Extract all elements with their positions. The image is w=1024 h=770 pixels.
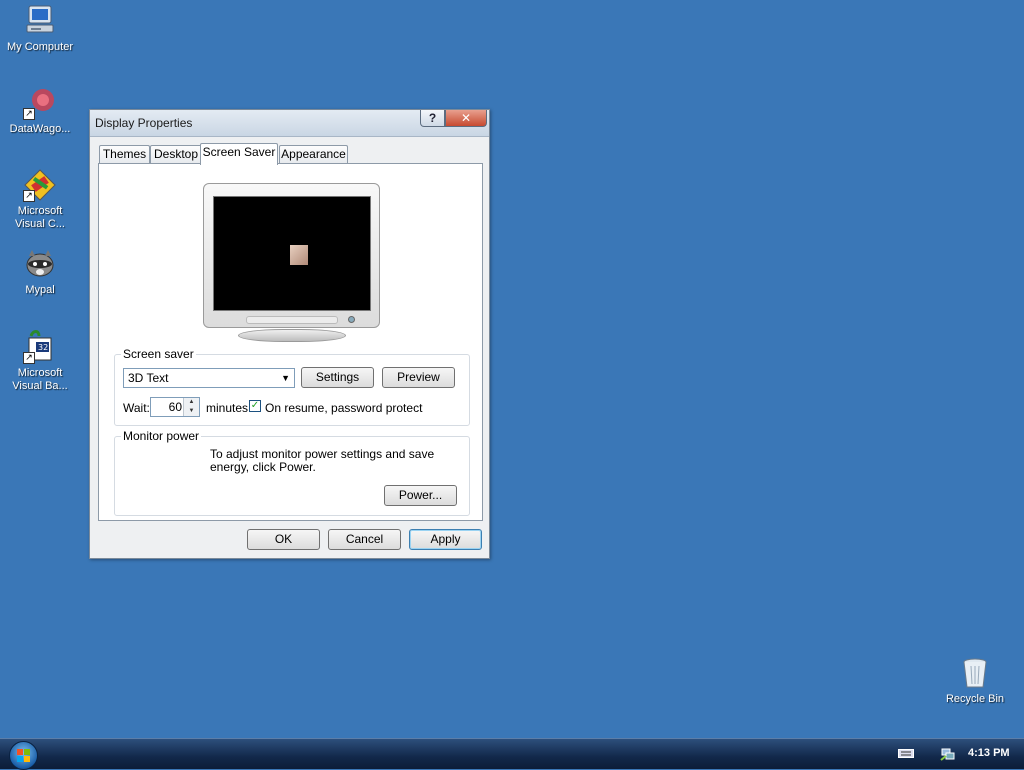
help-button[interactable]: ? [420, 110, 445, 127]
desktop-icon-label: Microsoft Visual C... [15, 205, 65, 230]
desktop-icon-datawagon[interactable]: ↗ DataWago... [0, 86, 80, 136]
shortcut-arrow-icon: ↗ [23, 108, 35, 120]
wait-minutes-value: 60 [168, 400, 182, 414]
shortcut-arrow-icon: ↗ [23, 352, 35, 364]
title-bar[interactable]: Display Properties ? ✕ [90, 110, 489, 137]
start-button[interactable] [9, 741, 38, 770]
ok-button[interactable]: OK [247, 529, 320, 550]
cancel-button[interactable]: Cancel [328, 529, 401, 550]
network-icon[interactable] [940, 747, 956, 761]
monitor-stand [238, 329, 346, 342]
settings-button[interactable]: Settings [301, 367, 374, 388]
shortcut-arrow-icon: ↗ [23, 190, 35, 202]
password-protect-label[interactable]: On resume, password protect [265, 401, 422, 415]
window-title: Display Properties [95, 116, 193, 130]
tab-desktop[interactable]: Desktop [150, 145, 202, 164]
monitor-bezel-slot [246, 316, 338, 324]
tab-themes[interactable]: Themes [99, 145, 150, 164]
mypal-raccoon-icon [23, 247, 57, 281]
monitor-power-group-label: Monitor power [121, 429, 202, 443]
preview-button[interactable]: Preview [382, 367, 455, 388]
taskbar: 4:13 PM [0, 738, 1024, 770]
minutes-label: minutes [206, 401, 249, 415]
apply-button[interactable]: Apply [409, 529, 482, 550]
screen-saver-panel: Screen saver 3D Text ▼ Settings Preview … [98, 163, 483, 521]
keyboard-icon[interactable] [898, 747, 914, 761]
spin-down-icon[interactable]: ▼ [184, 407, 199, 416]
close-button[interactable]: ✕ [445, 110, 487, 127]
svg-text:32: 32 [38, 343, 48, 352]
desktop-icon-label: DataWago... [9, 123, 71, 135]
windows-logo-icon [17, 749, 30, 762]
screen-saver-3d-object [290, 245, 308, 265]
datawagon-icon: ↗ [23, 86, 57, 120]
desktop-icon-mypal[interactable]: Mypal [0, 247, 80, 297]
desktop-icon-my-computer[interactable]: My Computer [0, 4, 80, 54]
screen-saver-group-label: Screen saver [121, 347, 196, 361]
computer-icon [23, 4, 57, 38]
monitor-preview [203, 183, 380, 328]
monitor-power-led-icon [348, 316, 355, 323]
desktop-icon-recycle-bin[interactable]: Recycle Bin [935, 656, 1015, 706]
desktop-icon-label: Microsoft Visual Ba... [12, 367, 68, 392]
clock-time[interactable]: 4:13 PM [968, 747, 1010, 759]
screen-saver-selected-value: 3D Text [128, 371, 169, 385]
visual-c-icon: ↗ [23, 168, 57, 202]
preview-screen [213, 196, 371, 311]
tab-screen-saver[interactable]: Screen Saver [200, 143, 278, 165]
wait-label: Wait: [123, 401, 150, 415]
desktop-icon-label: My Computer [6, 41, 74, 53]
recycle-bin-icon [958, 656, 992, 690]
desktop-icon-visual-c[interactable]: ↗ Microsoft Visual C... [0, 168, 80, 231]
chevron-down-icon[interactable]: ▼ [281, 369, 290, 387]
desktop-icon-label: Mypal [25, 284, 55, 296]
desktop-icon-visual-basic[interactable]: 32 ↗ Microsoft Visual Ba... [0, 330, 80, 393]
spin-up-icon[interactable]: ▲ [184, 398, 199, 407]
screen-saver-group: Screen saver 3D Text ▼ Settings Preview … [114, 347, 470, 426]
visual-basic-icon: 32 ↗ [23, 330, 57, 364]
monitor-power-group: Monitor power To adjust monitor power se… [114, 429, 470, 516]
spin-buttons: ▲ ▼ [183, 398, 199, 416]
password-protect-checkbox[interactable]: ✓ [249, 400, 261, 412]
wait-minutes-stepper[interactable]: 60 ▲ ▼ [150, 397, 200, 417]
monitor-power-description: To adjust monitor power settings and sav… [210, 447, 435, 474]
power-button[interactable]: Power... [384, 485, 457, 506]
display-properties-window: Display Properties ? ✕ Themes Desktop Sc… [89, 109, 490, 559]
desktop-icon-label: Recycle Bin [945, 693, 1005, 705]
tab-appearance[interactable]: Appearance [279, 145, 348, 164]
screen-saver-select[interactable]: 3D Text ▼ [123, 368, 295, 388]
